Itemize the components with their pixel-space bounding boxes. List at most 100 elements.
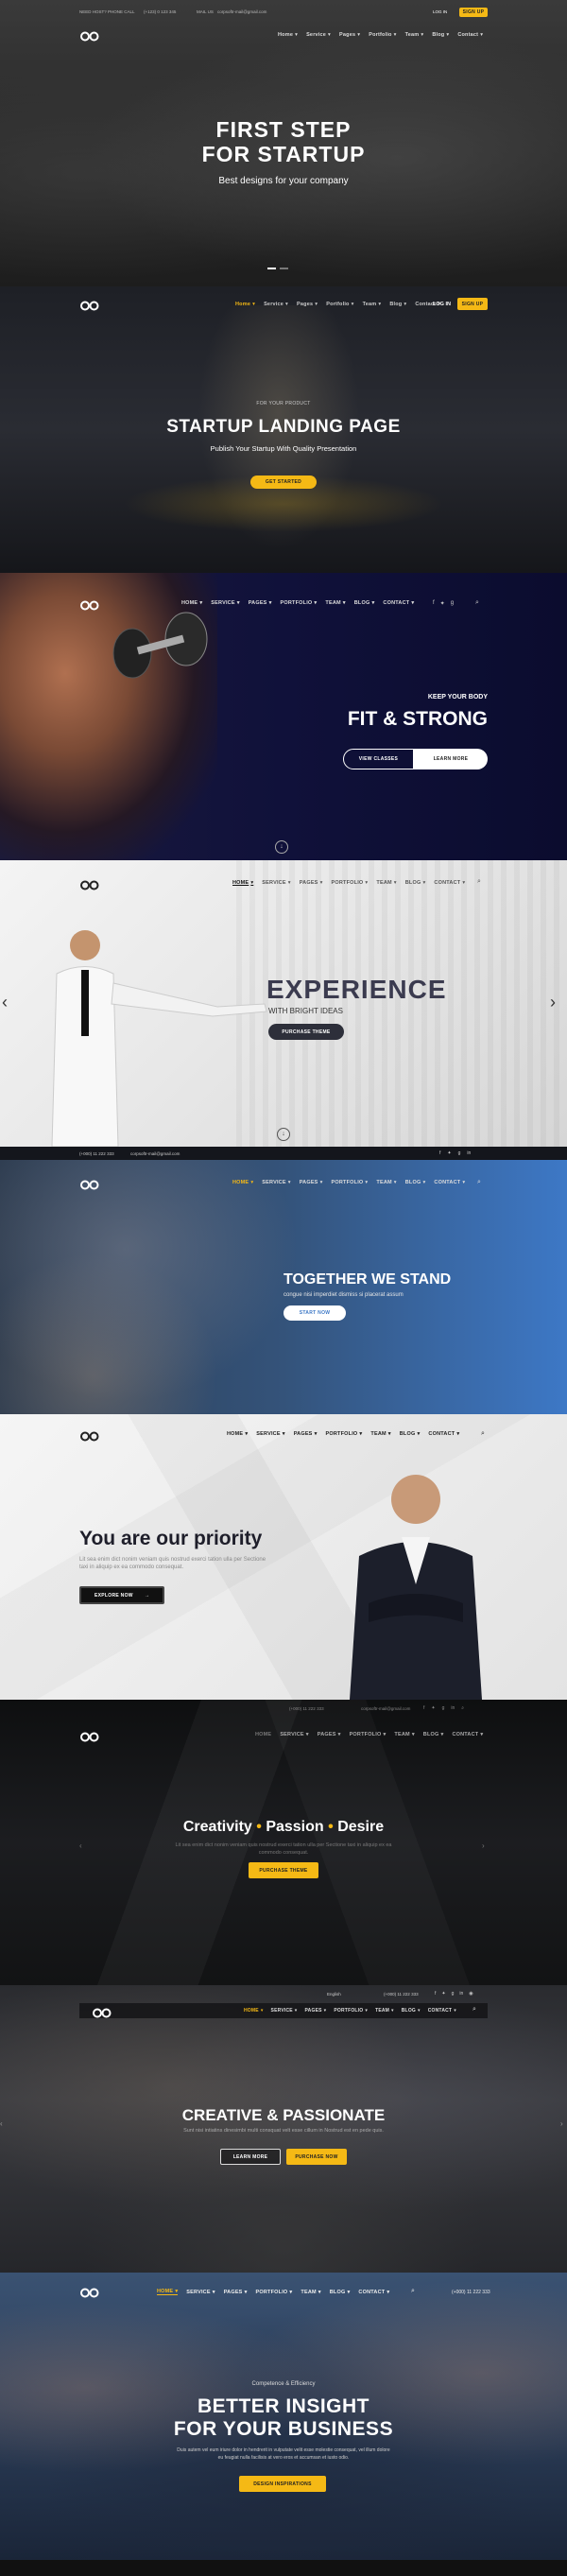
scroll-down-icon[interactable]: ↓ [275,840,288,854]
search-icon[interactable]: ⌕ [472,2006,476,2014]
nav-item-blog[interactable]: Blog ▾ [432,32,449,38]
learn-more-button[interactable]: LEARN MORE [220,2149,281,2165]
nav-item-home[interactable]: HOME ▾ [232,880,253,886]
nav-item-contact[interactable]: CONTACT ▾ [452,1732,483,1738]
twitter-icon[interactable]: ✦ [440,600,445,607]
logo-icon[interactable] [92,2006,112,2018]
login-link[interactable]: LOG IN [433,9,447,14]
get-started-button[interactable]: GET STARTED [250,475,317,489]
linkedin-icon[interactable]: in [451,1705,455,1711]
nav-item-contact[interactable]: Contact ▾ [457,32,483,38]
nav-item-blog[interactable]: BLOG ▾ [402,2008,421,2014]
facebook-icon[interactable]: f [423,1705,424,1711]
scroll-down-icon[interactable]: ↓ [277,1128,290,1141]
nav-item-service[interactable]: SERVICE ▾ [256,1431,284,1437]
nav-item-service[interactable]: SERVICE ▾ [186,2290,215,2295]
nav-item-contact[interactable]: CONTACT ▾ [428,2008,456,2014]
nav-item-pages[interactable]: PAGES ▾ [224,2290,248,2295]
nav-item-team[interactable]: TEAM ▾ [370,1431,390,1437]
search-icon[interactable]: ⌕ [481,1430,485,1438]
nav-item-portfolio[interactable]: Portfolio ▾ [369,32,396,38]
design-inspirations-button[interactable]: DESIGN INSPIRATIONS [239,2476,326,2492]
nav-item-team[interactable]: TEAM ▾ [301,2290,320,2295]
nav-item-pages[interactable]: PAGES ▾ [318,1732,341,1738]
nav-item-portfolio[interactable]: PORTFOLIO ▾ [334,2008,368,2014]
search-icon[interactable]: ⌕ [477,1179,481,1186]
nav-item-home[interactable]: HOME ▾ [181,600,202,606]
nav-item-contact[interactable]: CONTACT ▾ [358,2290,389,2295]
nav-item-portfolio[interactable]: PORTFOLIO ▾ [256,2290,293,2295]
login-link[interactable]: LOG IN [433,302,451,307]
mail-address[interactable]: corpsoftr-mail@gmail.com [217,9,266,14]
nav-item-pages[interactable]: Pages ▾ [339,32,360,38]
nav-item-portfolio[interactable]: PORTFOLIO ▾ [326,1431,363,1437]
slider-dots[interactable] [267,268,288,269]
google-plus-icon[interactable]: g [452,1991,455,1997]
nav-item-team[interactable]: Team ▾ [405,32,424,38]
language-selector[interactable]: English [327,1992,341,1997]
nav-item-team[interactable]: TEAM ▾ [394,1732,414,1738]
nav-item-contact[interactable]: CONTACT ▾ [434,880,465,886]
nav-item-contact[interactable]: CONTACT ▾ [383,600,414,606]
rss-icon[interactable]: ◉ [469,1991,472,1997]
nav-item-service[interactable]: SERVICE ▾ [280,1732,308,1738]
nav-item-home[interactable]: HOME ▾ [244,2008,264,2014]
logo-icon[interactable] [79,1730,100,1742]
nav-item-home[interactable]: Home ▾ [278,32,298,38]
nav-item-blog[interactable]: BLOG ▾ [354,600,375,606]
nav-item-service[interactable]: SERVICE ▾ [211,600,239,606]
nav-item-blog[interactable]: BLOG ▾ [330,2290,351,2295]
nav-item-service[interactable]: SERVICE ▾ [271,2008,298,2014]
linkedin-icon[interactable]: in [459,1991,463,1997]
logo-icon[interactable] [79,598,100,611]
twitter-icon[interactable]: ✦ [441,1991,445,1997]
nav-item-portfolio[interactable]: PORTFOLIO ▾ [350,1732,387,1738]
logo-icon[interactable] [79,2286,100,2298]
purchase-now-button[interactable]: PURCHASE NOW [286,2149,347,2165]
nav-item-blog[interactable]: BLOG ▾ [405,1180,426,1185]
nav-item-pages[interactable]: PAGES ▾ [249,600,272,606]
nav-item-team[interactable]: TEAM ▾ [376,880,396,886]
nav-item-contact[interactable]: CONTACT ▾ [428,1431,459,1437]
explore-now-button[interactable]: EXPLORE NOW → [79,1586,164,1604]
google-plus-icon[interactable]: g [442,1705,445,1711]
nav-item-pages[interactable]: PAGES ▾ [305,2008,327,2014]
nav-item-contact[interactable]: CONTACT ▾ [434,1180,465,1185]
purchase-theme-button[interactable]: PURCHASE THEME [249,1862,318,1878]
nav-item-team[interactable]: TEAM ▾ [325,600,345,606]
facebook-icon[interactable]: f [433,600,435,607]
nav-item-home[interactable]: HOME ▾ [232,1180,253,1185]
search-icon[interactable]: ⌕ [461,1705,464,1711]
signup-button[interactable]: SIGN UP [459,8,488,17]
nav-item-portfolio[interactable]: PORTFOLIO ▾ [281,600,318,606]
nav-item-pages[interactable]: PAGES ▾ [300,1180,323,1185]
search-icon[interactable]: ⌕ [411,2288,415,2295]
prev-arrow-icon[interactable]: ‹ [79,1841,82,1850]
nav-item-service[interactable]: SERVICE ▾ [262,1180,290,1185]
logo-icon[interactable] [79,299,100,311]
search-icon[interactable]: ⌕ [475,599,479,607]
nav-item-team[interactable]: TEAM ▾ [376,1180,396,1185]
next-arrow-icon[interactable]: › [550,993,556,1012]
nav-item-team[interactable]: Team ▾ [363,302,382,307]
purchase-theme-button[interactable]: PURCHASE THEME [268,1024,344,1040]
nav-item-home[interactable]: Home ▾ [235,302,255,307]
nav-item-portfolio[interactable]: PORTFOLIO ▾ [332,880,369,886]
nav-item-blog[interactable]: BLOG ▾ [423,1732,444,1738]
nav-item-pages[interactable]: PAGES ▾ [300,880,323,886]
nav-item-home[interactable]: HOME [255,1732,271,1738]
nav-item-pages[interactable]: Pages ▾ [297,302,318,307]
logo-icon[interactable] [79,878,100,890]
mail-address[interactable]: corpsoftr-mail@gmail.com [361,1706,410,1711]
next-arrow-icon[interactable]: › [482,1841,485,1850]
nav-item-service[interactable]: Service ▾ [306,32,331,38]
twitter-icon[interactable]: ✦ [447,1150,451,1156]
google-plus-icon[interactable]: g [458,1150,461,1156]
logo-icon[interactable] [79,1178,100,1190]
signup-button[interactable]: SIGN UP [457,298,488,310]
facebook-icon[interactable]: f [439,1150,440,1156]
learn-more-button[interactable]: LEARN MORE [414,749,488,769]
facebook-icon[interactable]: f [435,1991,436,1997]
nav-item-home[interactable]: HOME ▾ [227,1431,248,1437]
nav-item-blog[interactable]: BLOG ▾ [405,880,426,886]
